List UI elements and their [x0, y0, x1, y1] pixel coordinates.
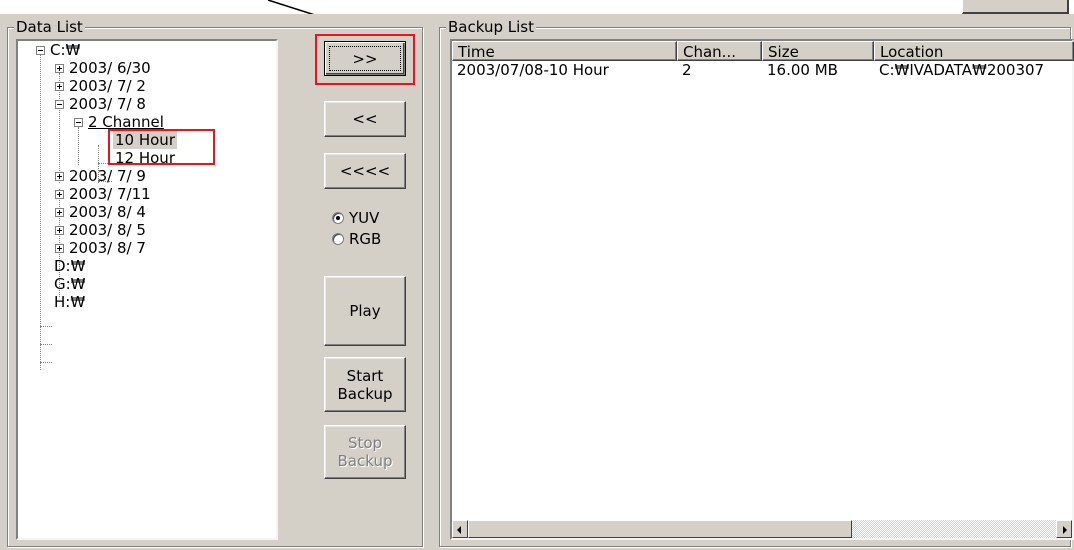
collapse-icon[interactable] — [74, 118, 83, 127]
tree-node-label: C:₩ — [50, 41, 81, 59]
tree-node-date[interactable]: 2003/ 6/30 — [18, 59, 278, 77]
top-partial-button[interactable] — [962, 0, 1069, 14]
tree-node-label: D:₩ — [54, 257, 86, 275]
start-backup-label: Start Backup — [337, 366, 393, 403]
expand-icon[interactable] — [55, 226, 64, 235]
right-arrow-icon — [1063, 526, 1067, 534]
collapse-icon[interactable] — [36, 46, 45, 55]
tree-node-date[interactable]: 2003/ 8/ 4 — [18, 203, 278, 221]
tree-node-label: 2003/ 7/ 2 — [69, 77, 146, 95]
start-backup-button[interactable]: Start Backup — [324, 357, 406, 412]
expand-icon[interactable] — [55, 244, 64, 253]
tree-line — [40, 326, 52, 327]
dialog-surface: Data List C:₩ 2003/ 6/30 2003/ 7/ 2 2003… — [0, 0, 1074, 550]
list-header: Time Chan... Size Location — [452, 41, 1074, 61]
tree-line — [40, 362, 52, 363]
tree-node-label: 2003/ 6/30 — [69, 59, 151, 77]
cell-channel: 2 — [682, 61, 692, 79]
tree-node-date[interactable]: 2003/ 7/ 8 — [18, 95, 278, 113]
cell-time: 2003/07/08-10 Hour — [457, 61, 609, 79]
radio-label: RGB — [349, 230, 382, 248]
scroll-right-button[interactable] — [1056, 520, 1072, 538]
table-row[interactable]: 2003/07/08-10 Hour 2 16.00 MB C:₩IVADATA… — [452, 61, 1074, 79]
tree-node-label: 2003/ 8/ 5 — [69, 221, 146, 239]
tree-node-label: 2003/ 8/ 7 — [69, 239, 146, 257]
tree-node-date[interactable]: 2003/ 8/ 5 — [18, 221, 278, 239]
remove-from-backup-button[interactable]: << — [324, 101, 406, 137]
radio-button-icon[interactable] — [332, 233, 344, 245]
tree-node-label: 2003/ 7/11 — [69, 185, 151, 203]
remove-all-button[interactable]: <<<< — [324, 153, 406, 189]
tree-node-label: G:₩ — [54, 275, 86, 293]
column-header-location[interactable]: Location — [874, 41, 1074, 61]
backup-list-title: Backup List — [446, 18, 536, 36]
add-to-backup-button[interactable]: >> — [324, 41, 406, 76]
remove-all-button-label: <<<< — [339, 162, 391, 180]
left-arrow-icon — [457, 526, 461, 534]
tree-node-label: 2 Channel — [88, 113, 164, 131]
tree-node-date[interactable]: 2003/ 8/ 7 — [18, 239, 278, 257]
format-yuv-radio[interactable]: YUV — [332, 209, 412, 227]
radio-selected-dot — [336, 216, 340, 220]
expand-icon[interactable] — [55, 172, 64, 181]
tree-node-label: 2003/ 8/ 4 — [69, 203, 146, 221]
collapse-icon[interactable] — [55, 100, 64, 109]
column-header-size[interactable]: Size — [762, 41, 874, 61]
tree-node-drive-h[interactable]: H:₩ — [18, 293, 278, 311]
play-button-label: Play — [349, 302, 381, 320]
tree-node-drive-d[interactable]: D:₩ — [18, 257, 278, 275]
data-list-tree[interactable]: C:₩ 2003/ 6/30 2003/ 7/ 2 2003/ 7/ 8 2 C… — [16, 39, 278, 540]
tree-node-drive-g[interactable]: G:₩ — [18, 275, 278, 293]
focus-rectangle — [329, 46, 401, 71]
backup-window: Data List C:₩ 2003/ 6/30 2003/ 7/ 2 2003… — [0, 0, 1074, 550]
tree-line — [40, 344, 52, 345]
column-header-time[interactable]: Time — [452, 41, 677, 61]
stop-backup-button[interactable]: Stop Backup — [324, 425, 406, 479]
tree-node-hour[interactable]: 12 Hour — [18, 149, 278, 167]
horizontal-scrollbar[interactable] — [452, 520, 1072, 538]
scrollbar-thumb[interactable] — [468, 520, 852, 538]
stop-backup-label: Stop Backup — [337, 434, 393, 470]
tree-node-label: H:₩ — [54, 293, 86, 311]
tree-node-label: 10 Hour — [113, 131, 177, 149]
play-button[interactable]: Play — [324, 276, 406, 346]
tree-node-label: 12 Hour — [115, 149, 175, 167]
radio-button-icon[interactable] — [332, 212, 344, 224]
tree-node-drive-c[interactable]: C:₩ — [18, 41, 278, 59]
remove-button-label: << — [352, 110, 378, 128]
cell-location: C:₩IVADATA₩200307 — [879, 61, 1045, 79]
data-list-title: Data List — [14, 18, 85, 36]
cell-size: 16.00 MB — [767, 61, 838, 79]
tree-node-label: 2003/ 7/ 9 — [69, 167, 146, 185]
scroll-left-button[interactable] — [452, 520, 468, 538]
tree-node-label: 2003/ 7/ 8 — [69, 95, 146, 113]
tree-node-hour-selected[interactable]: 10 Hour — [18, 131, 278, 149]
tree-node-date[interactable]: 2003/ 7/11 — [18, 185, 278, 203]
expand-icon[interactable] — [55, 208, 64, 217]
radio-label: YUV — [349, 209, 380, 227]
tree-node-channel[interactable]: 2 Channel — [18, 113, 278, 131]
expand-icon[interactable] — [55, 64, 64, 73]
tree-node-date[interactable]: 2003/ 7/ 2 — [18, 77, 278, 95]
backup-list-view[interactable]: Time Chan... Size Location 2003/07/08-10… — [450, 39, 1074, 540]
expand-icon[interactable] — [55, 190, 64, 199]
column-header-channel[interactable]: Chan... — [677, 41, 762, 61]
expand-icon[interactable] — [55, 82, 64, 91]
format-rgb-radio[interactable]: RGB — [332, 230, 412, 248]
tree-node-date[interactable]: 2003/ 7/ 9 — [18, 167, 278, 185]
